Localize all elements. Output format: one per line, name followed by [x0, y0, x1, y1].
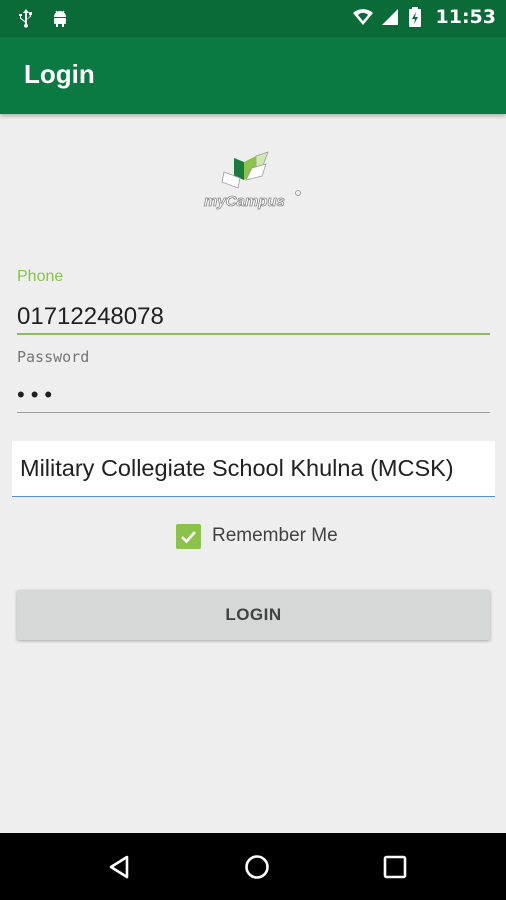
phone-underline — [17, 333, 490, 335]
check-icon — [181, 530, 196, 543]
battery-icon — [408, 7, 428, 27]
password-label: Password — [17, 348, 90, 366]
school-selected-value: Military Collegiate School Khulna (MCSK) — [20, 455, 454, 481]
password-underline — [17, 412, 490, 413]
home-icon[interactable] — [243, 853, 271, 881]
page-title: Login — [24, 59, 95, 89]
navigation-bar — [0, 833, 506, 900]
back-icon[interactable] — [106, 853, 134, 881]
login-button[interactable]: LOGIN — [17, 590, 490, 640]
logo-graphic: myCampus — [204, 151, 301, 210]
android-icon — [50, 8, 70, 28]
signal-icon — [380, 7, 400, 27]
password-input[interactable] — [17, 380, 490, 410]
mycampus-logo: myCampus — [200, 150, 310, 214]
status-time: 11:53 — [435, 6, 496, 28]
remember-me-label: Remember Me — [212, 525, 338, 546]
recent-apps-icon[interactable] — [381, 853, 409, 881]
wifi-icon — [352, 7, 373, 27]
school-select[interactable]: Military Collegiate School Khulna (MCSK) — [12, 441, 495, 497]
remember-me-checkbox[interactable] — [176, 523, 201, 549]
phone-label: Phone — [17, 268, 64, 285]
remember-me-toggle[interactable]: Remember Me — [176, 523, 338, 549]
logo-text: myCampus — [204, 193, 285, 210]
login-button-label: LOGIN — [225, 605, 282, 624]
status-bar: 11:53 — [0, 0, 506, 37]
usb-icon — [16, 8, 36, 28]
phone-input[interactable] — [17, 300, 490, 334]
app-bar: Login — [0, 37, 506, 114]
